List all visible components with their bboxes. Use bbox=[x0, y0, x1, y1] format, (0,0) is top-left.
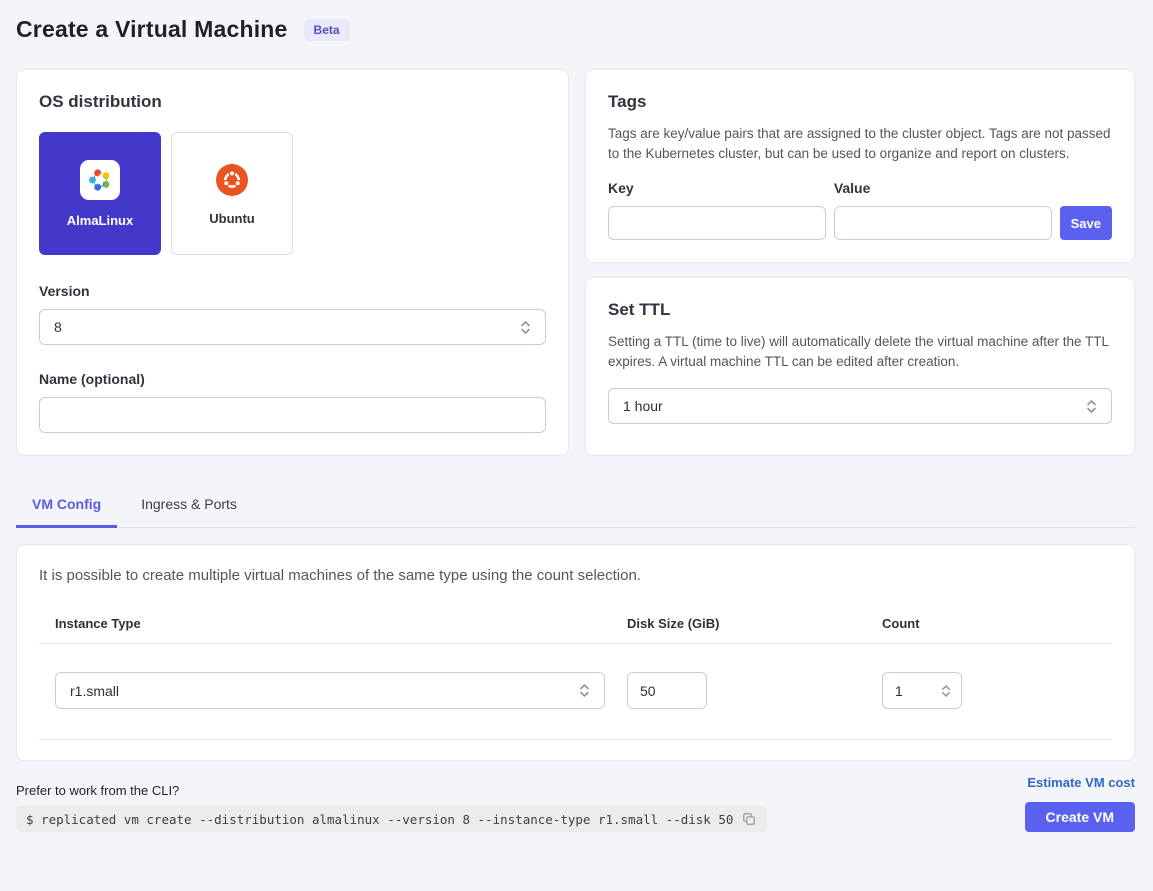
version-select-value: 8 bbox=[54, 319, 62, 335]
create-vm-button[interactable]: Create VM bbox=[1025, 802, 1135, 832]
name-input[interactable] bbox=[39, 397, 546, 433]
tag-value-label: Value bbox=[834, 180, 1052, 196]
disk-size-input[interactable] bbox=[627, 672, 707, 709]
chevron-up-down-icon bbox=[941, 683, 951, 699]
tags-card-description: Tags are key/value pairs that are assign… bbox=[608, 124, 1112, 164]
vm-config-card: It is possible to create multiple virtua… bbox=[16, 544, 1135, 761]
vm-config-note: It is possible to create multiple virtua… bbox=[39, 567, 1112, 584]
cli-codeblock: $ replicated vm create --distribution al… bbox=[16, 806, 767, 832]
page-header: Create a Virtual Machine Beta bbox=[16, 14, 1135, 43]
set-ttl-card: Set TTL Setting a TTL (time to live) wil… bbox=[585, 277, 1135, 456]
ttl-card-title: Set TTL bbox=[608, 300, 1112, 320]
name-label: Name (optional) bbox=[39, 371, 546, 387]
os-tile-ubuntu-label: Ubuntu bbox=[209, 211, 254, 226]
right-column: Tags Tags are key/value pairs that are a… bbox=[585, 69, 1135, 456]
os-tile-ubuntu[interactable]: Ubuntu bbox=[171, 132, 293, 255]
ttl-select-value: 1 hour bbox=[623, 398, 663, 414]
ttl-select[interactable]: 1 hour bbox=[608, 388, 1112, 424]
cli-command: $ replicated vm create --distribution al… bbox=[26, 812, 733, 827]
column-header-count: Count bbox=[882, 616, 1112, 631]
version-select[interactable]: 8 bbox=[39, 309, 546, 345]
tags-card: Tags Tags are key/value pairs that are a… bbox=[585, 69, 1135, 263]
column-header-disk-size: Disk Size (GiB) bbox=[627, 616, 882, 631]
chevron-up-down-icon bbox=[579, 682, 590, 699]
os-tile-almalinux-label: AlmaLinux bbox=[67, 213, 133, 228]
vm-table-header: Instance Type Disk Size (GiB) Count bbox=[39, 616, 1112, 643]
vm-table-row: r1.small 1 bbox=[39, 643, 1112, 740]
disk-size-cell bbox=[627, 672, 882, 709]
cli-prompt: Prefer to work from the CLI? bbox=[16, 783, 767, 798]
tag-value-field: Value bbox=[834, 180, 1052, 240]
ubuntu-logo-icon bbox=[214, 162, 250, 198]
count-value: 1 bbox=[895, 683, 903, 699]
save-tag-button[interactable]: Save bbox=[1060, 206, 1112, 240]
tags-card-title: Tags bbox=[608, 92, 1112, 112]
create-vm-page: Create a Virtual Machine Beta OS distrib… bbox=[0, 0, 1153, 832]
ttl-card-description: Setting a TTL (time to live) will automa… bbox=[608, 332, 1112, 372]
version-label: Version bbox=[39, 283, 546, 299]
almalinux-logo-icon bbox=[80, 160, 120, 200]
tag-key-field: Key bbox=[608, 180, 826, 240]
cli-block: Prefer to work from the CLI? $ replicate… bbox=[16, 783, 767, 832]
tag-fields: Key Value Save bbox=[608, 180, 1112, 240]
os-tiles: AlmaLinux Ub bbox=[39, 132, 546, 255]
chevron-up-down-icon bbox=[520, 319, 531, 336]
os-distribution-card: OS distribution bbox=[16, 69, 569, 456]
page-title: Create a Virtual Machine bbox=[16, 16, 288, 43]
footer-actions: Estimate VM cost Create VM bbox=[1025, 775, 1135, 832]
tab-vm-config[interactable]: VM Config bbox=[16, 486, 117, 528]
tag-value-input[interactable] bbox=[834, 206, 1052, 240]
os-tile-almalinux[interactable]: AlmaLinux bbox=[39, 132, 161, 255]
tab-ingress-ports[interactable]: Ingress & Ports bbox=[125, 486, 253, 528]
chevron-up-down-icon bbox=[1086, 398, 1097, 415]
instance-type-cell: r1.small bbox=[55, 672, 627, 709]
top-grid: OS distribution bbox=[16, 69, 1135, 456]
page-footer: Prefer to work from the CLI? $ replicate… bbox=[16, 775, 1135, 832]
tag-key-input[interactable] bbox=[608, 206, 826, 240]
column-header-instance-type: Instance Type bbox=[55, 616, 627, 631]
tab-bar: VM Config Ingress & Ports bbox=[16, 486, 1135, 528]
os-card-title: OS distribution bbox=[39, 92, 546, 112]
beta-badge: Beta bbox=[304, 19, 350, 41]
count-stepper[interactable]: 1 bbox=[882, 672, 962, 709]
tag-key-label: Key bbox=[608, 180, 826, 196]
estimate-vm-cost-link[interactable]: Estimate VM cost bbox=[1027, 775, 1135, 790]
instance-type-value: r1.small bbox=[70, 683, 119, 699]
instance-type-select[interactable]: r1.small bbox=[55, 672, 605, 709]
count-cell: 1 bbox=[882, 672, 1112, 709]
copy-icon[interactable] bbox=[741, 811, 757, 827]
